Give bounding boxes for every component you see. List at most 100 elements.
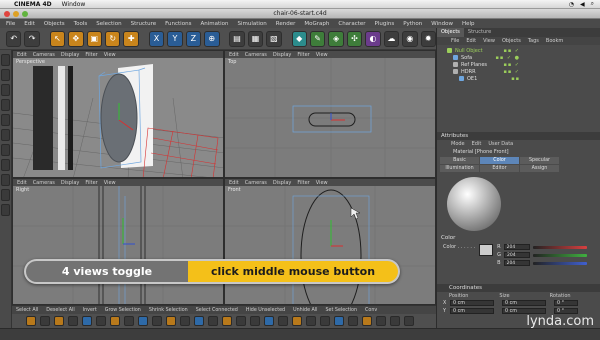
- y-axis-icon[interactable]: Y: [167, 30, 183, 47]
- menu-python[interactable]: Python: [403, 21, 422, 27]
- tool-icon[interactable]: [152, 316, 162, 326]
- set-selection-button[interactable]: Set Selection: [326, 308, 358, 313]
- list-item[interactable]: OE1 ▪▪: [447, 75, 600, 82]
- color-swatch[interactable]: [479, 244, 494, 256]
- tool-icon[interactable]: [376, 316, 386, 326]
- tool-icon[interactable]: [362, 316, 372, 326]
- tool-icon[interactable]: [110, 316, 120, 326]
- points-mode-icon[interactable]: [1, 114, 10, 126]
- tool-icon[interactable]: [180, 316, 190, 326]
- tool-icon[interactable]: [68, 316, 78, 326]
- r-slider[interactable]: [532, 245, 587, 249]
- render-picture-viewer-icon[interactable]: ▦: [247, 30, 264, 47]
- texture-mode-icon[interactable]: [1, 84, 10, 96]
- vp-menu-view[interactable]: View: [104, 52, 116, 58]
- menu-mograph[interactable]: MoGraph: [304, 21, 329, 27]
- menu-selection[interactable]: Selection: [96, 21, 121, 27]
- material-preview-sphere[interactable]: [447, 177, 501, 231]
- vp-menu-filter[interactable]: Filter: [85, 180, 97, 186]
- menu-objects[interactable]: Objects: [44, 21, 65, 27]
- vp-menu-view[interactable]: View: [316, 180, 328, 186]
- tool-icon[interactable]: [404, 316, 414, 326]
- visibility-dots[interactable]: ▪▪ ✓: [503, 62, 520, 68]
- cube-icon[interactable]: ◆: [291, 30, 307, 47]
- light-icon[interactable]: ✹: [420, 30, 436, 47]
- close-window-button[interactable]: [4, 11, 10, 17]
- tool-icon[interactable]: [138, 316, 148, 326]
- minimize-window-button[interactable]: [13, 11, 19, 17]
- vp-menu-edit[interactable]: Edit: [229, 180, 239, 186]
- tab-illumination[interactable]: Illumination: [440, 165, 479, 172]
- rgb-r-field[interactable]: 204: [503, 244, 530, 250]
- rgb-b-field[interactable]: 204: [503, 260, 530, 266]
- invert-button[interactable]: Invert: [83, 308, 97, 313]
- list-item[interactable]: Sofa ▪▪ ✓ ●: [447, 54, 600, 61]
- workplane-icon[interactable]: [1, 99, 10, 111]
- zoom-window-button[interactable]: [22, 11, 28, 17]
- rotation-h-field[interactable]: 0 °: [554, 300, 578, 306]
- tweak-mode-icon[interactable]: [1, 174, 10, 186]
- tool-icon[interactable]: [348, 316, 358, 326]
- vp-menu-cameras[interactable]: Cameras: [245, 180, 267, 186]
- move-icon[interactable]: ✥: [68, 30, 84, 47]
- g-slider[interactable]: [533, 253, 588, 257]
- redo-icon[interactable]: ↷: [24, 30, 40, 47]
- vp-menu-filter[interactable]: Filter: [297, 52, 309, 58]
- tool-icon[interactable]: [390, 316, 400, 326]
- obj-menu-file[interactable]: File: [451, 38, 459, 44]
- position-y-field[interactable]: 0 cm: [450, 308, 494, 314]
- tool-icon[interactable]: [82, 316, 92, 326]
- make-editable-icon[interactable]: [1, 54, 10, 66]
- spotlight-icon[interactable]: ⌕: [591, 0, 594, 8]
- tool-icon[interactable]: [26, 316, 36, 326]
- list-item[interactable]: HDRR ▪▪ ✓: [447, 68, 600, 75]
- menu-functions[interactable]: Functions: [165, 21, 191, 27]
- obj-menu-objects[interactable]: Objects: [502, 38, 521, 44]
- vp-menu-view[interactable]: View: [104, 180, 116, 186]
- vp-menu-display[interactable]: Display: [273, 52, 291, 58]
- render-view-icon[interactable]: ▤: [229, 30, 245, 47]
- x-axis-icon[interactable]: X: [148, 30, 165, 47]
- axis-mode-icon[interactable]: [1, 159, 10, 171]
- menu-animation[interactable]: Animation: [200, 21, 228, 27]
- snap-icon[interactable]: [1, 189, 10, 201]
- visibility-dots[interactable]: ▪▪ ✓: [503, 69, 520, 75]
- pen-icon[interactable]: ✎: [309, 30, 326, 47]
- menu-structure[interactable]: Structure: [131, 21, 157, 27]
- render-settings-icon[interactable]: ▧: [266, 30, 282, 47]
- select-all-button[interactable]: Select All: [16, 308, 38, 313]
- wifi-icon[interactable]: ◔: [569, 1, 574, 8]
- menu-render[interactable]: Render: [276, 21, 296, 27]
- tab-specular[interactable]: Specular: [520, 157, 559, 164]
- menu-simulation[interactable]: Simulation: [237, 21, 266, 27]
- coordinate-system-icon[interactable]: ⊕: [204, 30, 220, 47]
- tab-assign[interactable]: Assign: [520, 165, 559, 172]
- tool-icon[interactable]: [54, 316, 64, 326]
- tool-icon[interactable]: [320, 316, 330, 326]
- obj-menu-view[interactable]: View: [483, 38, 495, 44]
- subdivision-icon[interactable]: ◈: [328, 30, 344, 47]
- tool-icon[interactable]: [292, 316, 302, 326]
- attr-menu-mode[interactable]: Mode: [451, 141, 465, 147]
- tool-icon[interactable]: [96, 316, 106, 326]
- array-icon[interactable]: ✣: [346, 30, 363, 47]
- attr-menu-user-data[interactable]: User Data: [488, 141, 513, 147]
- vp-menu-cameras[interactable]: Cameras: [33, 180, 55, 186]
- convert-button[interactable]: Conv: [365, 308, 377, 313]
- size-x-field[interactable]: 0 cm: [502, 300, 546, 306]
- vp-menu-filter[interactable]: Filter: [85, 52, 97, 58]
- recent-tool-icon[interactable]: ✚: [123, 30, 139, 47]
- lock-workplane-icon[interactable]: [1, 204, 10, 216]
- grow-selection-button[interactable]: Grow Selection: [105, 308, 141, 313]
- tab-basic[interactable]: Basic: [440, 157, 479, 164]
- visibility-dots[interactable]: ▪▪ ✓ ●: [495, 55, 520, 61]
- edges-mode-icon[interactable]: [1, 129, 10, 141]
- tool-icon[interactable]: [306, 316, 316, 326]
- tool-icon[interactable]: [222, 316, 232, 326]
- unhide-all-button[interactable]: Unhide All: [293, 308, 317, 313]
- tool-icon[interactable]: [124, 316, 134, 326]
- scale-icon[interactable]: ▣: [86, 30, 103, 47]
- menu-plugins[interactable]: Plugins: [375, 21, 395, 27]
- deselect-all-button[interactable]: Deselect All: [46, 308, 74, 313]
- viewport-top[interactable]: Edit Cameras Display Filter View Top: [224, 50, 436, 178]
